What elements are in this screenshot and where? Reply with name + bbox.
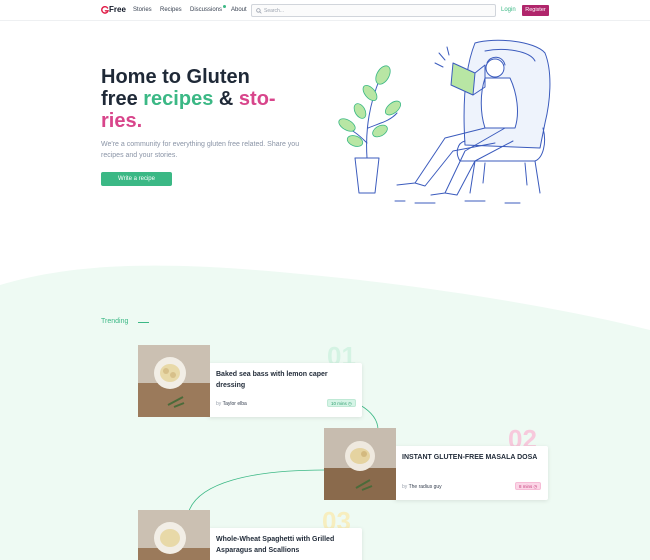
- clock-icon: ◷: [533, 484, 538, 489]
- nav-link-stories[interactable]: Stories: [133, 7, 152, 13]
- hero-title-amp: &: [218, 88, 234, 110]
- byline-prefix: by: [402, 484, 408, 490]
- trending-heading-underline: [138, 322, 149, 323]
- logo-text: Free: [109, 5, 126, 14]
- trending-card-1-title[interactable]: Baked sea bass with lemon caper dressing: [216, 369, 346, 391]
- clock-icon: ◷: [348, 401, 352, 406]
- reading-woman-illustration: [338, 39, 551, 204]
- time-badge-text: 10 mins: [331, 401, 347, 406]
- trending-card-2[interactable]: INSTANT GLUTEN-FREE MASALA DOSA by The r…: [394, 446, 548, 500]
- trending-card-1[interactable]: Baked sea bass with lemon caper dressing…: [208, 363, 362, 417]
- top-navbar: Free Stories Recipes Discussions About S…: [0, 0, 650, 21]
- register-button[interactable]: Register: [522, 5, 549, 16]
- site-logo[interactable]: Free: [101, 5, 126, 14]
- trending-card-2-time-badge: 8 mins ◷: [515, 482, 542, 490]
- trending-card-3[interactable]: Whole-Wheat Spaghetti with Grilled Aspar…: [208, 528, 362, 560]
- trending-card-3-image[interactable]: [138, 510, 210, 560]
- hero-title-line1: Home to Gluten: [101, 66, 250, 88]
- trending-card-1-byline: by Taylor elba: [216, 401, 247, 407]
- search-input[interactable]: Search...: [251, 4, 496, 17]
- search-icon: [256, 8, 262, 14]
- trending-card-2-title[interactable]: INSTANT GLUTEN-FREE MASALA DOSA: [402, 452, 547, 463]
- hero-subtitle: We're a community for everything gluten …: [101, 141, 300, 159]
- time-badge-text: 8 mins: [519, 484, 533, 489]
- nav-link-discussions[interactable]: Discussions: [190, 7, 222, 13]
- trending-card-2-author[interactable]: The radius guy: [409, 484, 442, 490]
- hero-title-stories-1: sto-: [238, 88, 276, 110]
- search-placeholder: Search...: [264, 8, 285, 14]
- login-link[interactable]: Login: [501, 7, 516, 13]
- byline-prefix: by: [216, 401, 222, 407]
- trending-card-2-byline: by The radius guy: [402, 484, 442, 490]
- hero-title-free: free: [101, 88, 138, 110]
- trending-card-2-image[interactable]: [324, 428, 396, 500]
- hero-title-recipes: recipes: [143, 88, 214, 110]
- nav-link-recipes[interactable]: Recipes: [160, 7, 182, 13]
- trending-card-3-title[interactable]: Whole-Wheat Spaghetti with Grilled Aspar…: [216, 534, 356, 556]
- hero-title: Home to Gluten free recipes & sto- ries.: [101, 66, 301, 132]
- nav-link-about[interactable]: About: [231, 7, 247, 13]
- food-photo: [138, 345, 210, 417]
- new-indicator-dot: [223, 5, 226, 8]
- trending-heading: Trending: [101, 318, 129, 325]
- logo-g-icon: [101, 5, 109, 14]
- hero-title-stories-2: ries.: [101, 110, 143, 132]
- trending-card-1-image[interactable]: [138, 345, 210, 417]
- write-recipe-button[interactable]: Write a recipe: [101, 172, 172, 186]
- food-photo: [324, 428, 396, 500]
- trending-card-1-time-badge: 10 mins ◷: [327, 399, 356, 407]
- food-photo: [138, 510, 210, 560]
- trending-card-1-author[interactable]: Taylor elba: [223, 401, 247, 407]
